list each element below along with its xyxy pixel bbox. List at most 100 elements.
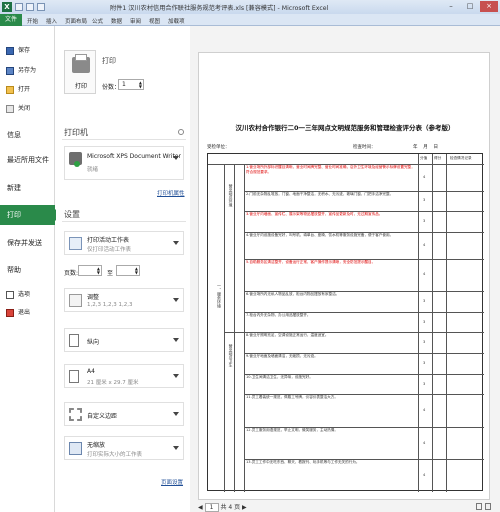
chevron-down-icon — [173, 156, 179, 160]
sidebar-item-close[interactable]: 关闭 — [0, 102, 55, 116]
print-button[interactable]: 打印 — [64, 50, 96, 94]
margins-dropdown[interactable]: 自定义边距 — [64, 402, 184, 426]
page-number-input[interactable]: 1 — [204, 503, 219, 512]
printer-status: 就绪 — [87, 167, 99, 173]
date-label: 年 月 日 — [413, 145, 438, 150]
paper-size-dropdown[interactable]: A4 21 厘米 x 29.7 厘米 — [64, 364, 184, 388]
sidebar-item-save-as[interactable]: 另存为 — [0, 64, 55, 78]
sidebar-item-exit[interactable]: 退出 — [0, 306, 55, 320]
table-row-score: 3 — [423, 298, 426, 303]
sidebar-item-label: 关闭 — [18, 105, 31, 112]
chevron-down-icon — [173, 412, 179, 416]
tab-review[interactable]: 审阅 — [130, 17, 141, 25]
header-points: 得分 — [434, 156, 442, 160]
table-row-text: 8.营业厅照明充足，空调设施正常运行，温度适宜。 — [246, 333, 329, 338]
spinner-icon[interactable]: ▲ ▼ — [97, 267, 100, 275]
sidebar-item-label: 打开 — [18, 86, 31, 93]
next-page-icon[interactable]: ▶ — [242, 504, 247, 511]
print-what-dropdown[interactable]: 打印活动工作表 仅打印活动工作表 — [64, 231, 184, 255]
window-title: 附件1 汉川农村信用合作联社服务规范考评表.xls [兼容模式] - Micro… — [110, 5, 329, 12]
collate-icon — [69, 294, 82, 307]
spinner-icon[interactable]: ▲ ▼ — [139, 81, 142, 89]
minimize-button[interactable]: – — [442, 1, 460, 12]
sidebar-item-options[interactable]: 选项 — [0, 288, 55, 302]
check-date-label: 检查时间： — [353, 145, 376, 150]
tab-addins[interactable]: 加载项 — [168, 17, 185, 25]
save-as-icon — [6, 67, 14, 75]
excel-icon[interactable]: X — [2, 2, 12, 12]
pages-to-label: 至 — [107, 270, 114, 277]
table-row-score: 4 — [423, 242, 426, 247]
margins-icon — [69, 408, 82, 421]
sidebar-item-save-send[interactable]: 保存并发送 — [0, 233, 55, 253]
printer-properties-link[interactable]: 打印机属性 — [157, 189, 185, 197]
preview-page: 汉川农村合作银行二0一三年网点文明规范服务和管理检查评分表（参考版） 受检单位：… — [198, 52, 490, 500]
show-margins-icon[interactable] — [476, 503, 482, 510]
info-icon[interactable] — [178, 129, 184, 135]
paper-icon — [69, 370, 79, 383]
page-total: 共 4 页 — [220, 504, 241, 511]
tab-page-layout[interactable]: 页面布局 — [65, 17, 87, 25]
sidebar-item-recent[interactable]: 最近所用文件 — [0, 150, 55, 170]
options-icon — [6, 291, 14, 299]
pages-label: 页数: — [64, 270, 79, 277]
scaling-icon — [69, 442, 82, 455]
table-row-score: 4 — [423, 272, 426, 277]
collate-dropdown[interactable]: 调整 1,2,3 1,2,3 1,2,3 — [64, 288, 184, 312]
table-column-rule — [244, 164, 245, 492]
score-table: 分值 得分 检查情况记录 一、服务环境 营业网点环境 营业网点卫生 1.营业场所外部标识醒目… — [207, 153, 484, 492]
copies-input[interactable]: 1 ▲ ▼ — [118, 79, 144, 90]
chevron-down-icon — [173, 374, 179, 378]
page-setup-link[interactable]: 页面设置 — [161, 478, 183, 486]
scaling-dropdown[interactable]: 无缩放 打印实际大小的工作表 — [64, 436, 184, 460]
maximize-button[interactable]: □ — [461, 1, 479, 12]
zoom-to-page-icon[interactable] — [485, 503, 491, 510]
table-column-rule — [418, 154, 419, 492]
redo-icon[interactable] — [37, 3, 45, 11]
tab-home[interactable]: 开始 — [27, 17, 38, 25]
table-row-text: 11.员工着装统一规范，佩戴工号牌，仪容仪表整洁大方。 — [246, 395, 338, 400]
close-button[interactable]: × — [480, 1, 498, 12]
quick-save-icon[interactable] — [15, 3, 23, 11]
orientation-dropdown[interactable]: 纵向 — [64, 328, 184, 352]
print-preview: 汉川农村合作银行二0一三年网点文明规范服务和管理检查评分表（参考版） 受检单位：… — [190, 26, 500, 512]
table-rule — [224, 332, 484, 334]
undo-icon[interactable] — [26, 3, 34, 11]
table-row-score: 4 — [423, 408, 426, 413]
sub-section-label: 营业网点卫生 — [229, 344, 234, 367]
sidebar-item-save[interactable]: 保存 — [0, 44, 55, 58]
table-row-text: 4.营业厅内设施设备完好，叫号机、填单台、座椅、饮水机等服务设施完备，便于客户使… — [246, 232, 394, 237]
spinner-icon[interactable]: ▲ ▼ — [135, 267, 138, 275]
folder-open-icon — [6, 86, 14, 94]
table-row-text: 1.营业场所外部标识醒目清晰，营业时间牌完整、营业时间准确，店外卫生环境及经营警… — [246, 165, 415, 174]
tab-view[interactable]: 视图 — [149, 17, 160, 25]
title-bar: X 附件1 汉川农村信用合作联社服务规范考评表.xls [兼容模式] - Mic… — [0, 0, 500, 14]
save-icon — [6, 47, 14, 55]
tab-formulas[interactable]: 公式 — [92, 17, 103, 25]
printer-dropdown[interactable]: Microsoft XPS Document Writer 就绪 — [64, 146, 184, 180]
table-row-text: 12.员工服务用语规范，举止文明，微笑服务，主动热情。 — [246, 427, 338, 432]
sub-section-label: 营业网点环境 — [229, 184, 234, 207]
table-row-text: 6.营业场所内无私人物品乱放，柜台内物品摆放有序整洁。 — [246, 292, 340, 297]
tab-file[interactable]: 文件 — [0, 14, 22, 26]
tab-data[interactable]: 数据 — [111, 17, 122, 25]
sidebar-item-help[interactable]: 帮助 — [0, 260, 55, 280]
sidebar-item-open[interactable]: 打开 — [0, 83, 55, 97]
sidebar-item-new[interactable]: 新建 — [0, 178, 55, 198]
divider — [62, 139, 186, 140]
printer-name: Microsoft XPS Document Writer — [87, 153, 181, 160]
pages-from-input[interactable]: ▲ ▼ — [78, 265, 102, 276]
prev-page-icon[interactable]: ◀ — [198, 504, 203, 511]
backstage-sidebar: 保存 另存为 打开 关闭 信息 最近所用文件 新建 打印 保存并发送 帮助 选项… — [0, 26, 61, 512]
table-row-text: 3.营业厅内墙面、宣传栏、展示架等物品摆放整齐，宣传品更新及时，无过期宣传品。 — [246, 212, 383, 217]
pages-to-input[interactable]: ▲ ▼ — [116, 265, 140, 276]
print-title: 打印 — [102, 57, 116, 65]
zoom-controls — [476, 503, 492, 510]
table-row-text: 13.员工工作中无吃东西、聊天、看报刊、玩手机等与工作无关的行为。 — [246, 460, 360, 465]
sidebar-item-info[interactable]: 信息 — [0, 125, 55, 145]
table-row-text: 2.门前无杂物乱堆放，门窗、地面干净整洁，无积水、无污迹，玻璃门窗、门把手洁净完… — [246, 191, 394, 196]
tab-insert[interactable]: 插入 — [46, 17, 57, 25]
unit-label: 受检单位： — [207, 145, 230, 150]
table-row-score: 4 — [423, 473, 426, 478]
sidebar-item-print[interactable]: 打印 — [0, 205, 61, 225]
